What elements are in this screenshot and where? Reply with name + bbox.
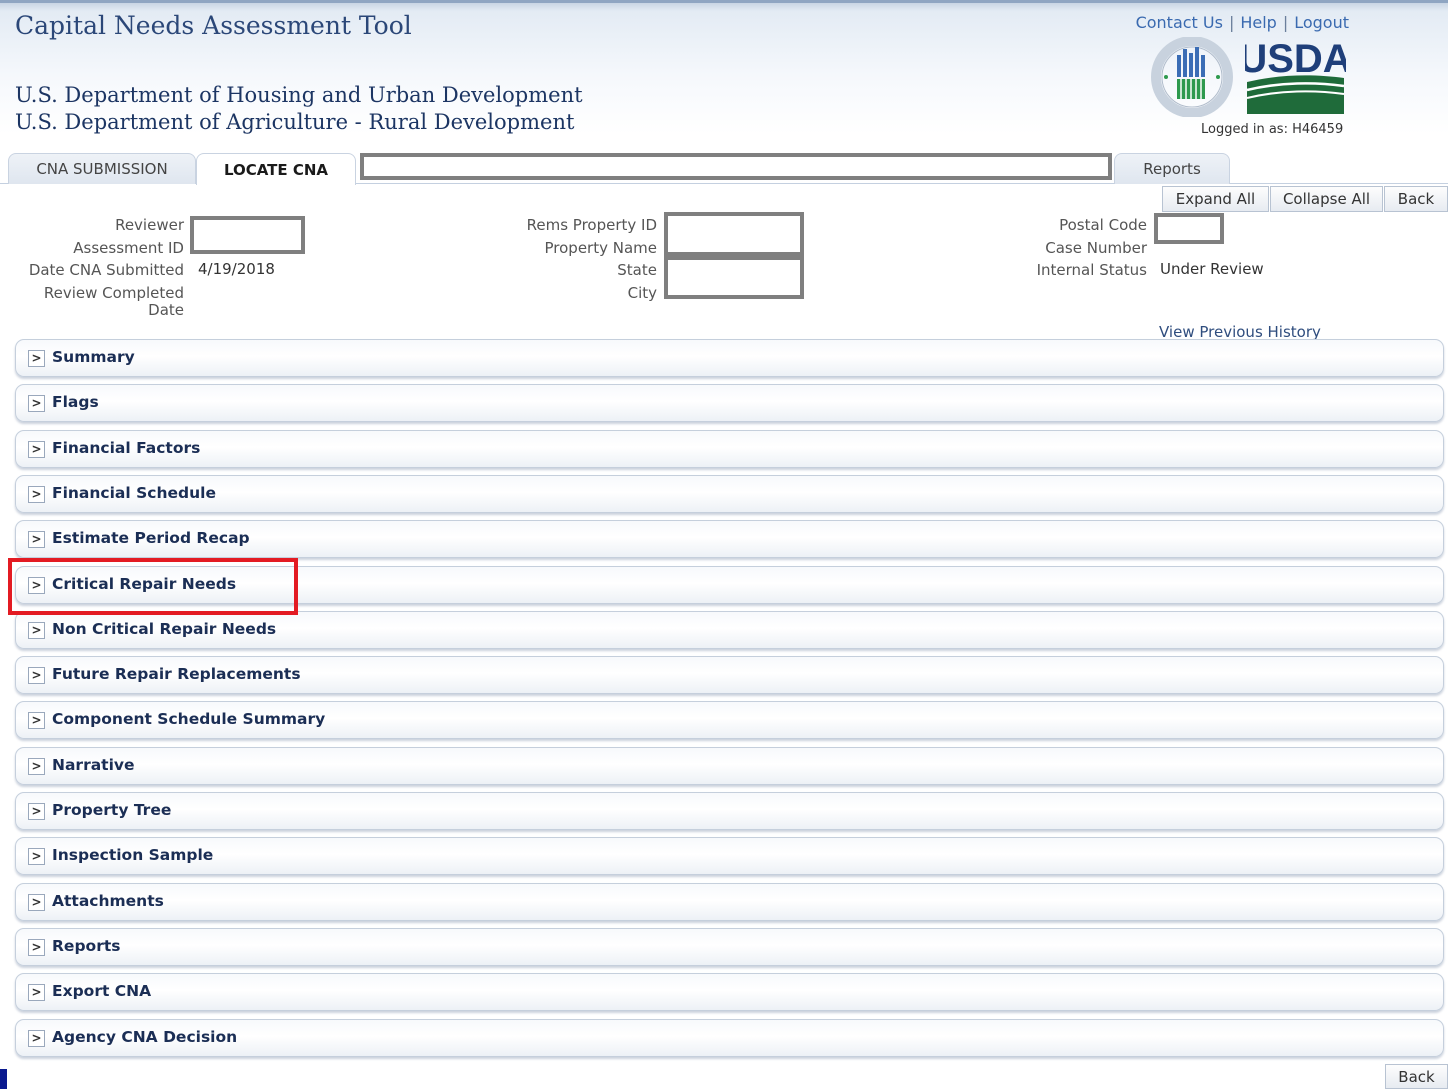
tab-reports[interactable]: Reports — [1114, 153, 1230, 184]
section-future-repair-replacements[interactable]: > Future Repair Replacements — [15, 656, 1444, 694]
section-financial-schedule[interactable]: > Financial Schedule — [15, 475, 1444, 513]
hud-seal-logo — [1151, 37, 1233, 117]
section-label: Financial Factors — [52, 439, 201, 457]
section-summary[interactable]: > Summary — [15, 339, 1444, 377]
section-label: Component Schedule Summary — [52, 710, 326, 728]
section-financial-factors[interactable]: > Financial Factors — [15, 430, 1444, 468]
expand-all-button[interactable]: Expand All — [1162, 186, 1269, 212]
section-label: Export CNA — [52, 982, 152, 1000]
review-completed-label-date: Date — [148, 301, 184, 319]
section-label: Attachments — [52, 892, 164, 910]
redacted-reviewer-assessment — [190, 216, 305, 254]
section-reports[interactable]: > Reports — [15, 928, 1444, 966]
section-agency-cna-decision[interactable]: > Agency CNA Decision — [15, 1019, 1444, 1057]
chevron-right-icon[interactable]: > — [28, 803, 45, 820]
postal-code-label: Postal Code — [1059, 216, 1147, 234]
section-critical-repair-needs[interactable]: > Critical Repair Needs — [15, 566, 1444, 604]
section-label: Future Repair Replacements — [52, 665, 301, 683]
section-label: Summary — [52, 348, 135, 366]
date-submitted-label: Date CNA Submitted — [28, 261, 184, 279]
internal-status-label: Internal Status — [1036, 261, 1147, 279]
section-non-critical-repair-needs[interactable]: > Non Critical Repair Needs — [15, 611, 1444, 649]
assessment-id-label: Assessment ID — [73, 239, 184, 257]
usda-logo: USDA — [1245, 38, 1346, 114]
logout-link[interactable]: Logout — [1294, 13, 1349, 32]
section-inspection-sample[interactable]: > Inspection Sample — [15, 837, 1444, 875]
reviewer-label: Reviewer — [115, 216, 184, 234]
chevron-right-icon[interactable]: > — [28, 486, 45, 503]
chevron-right-icon[interactable]: > — [28, 622, 45, 639]
section-label: Narrative — [52, 756, 135, 774]
section-flags[interactable]: > Flags — [15, 384, 1444, 422]
section-label: Estimate Period Recap — [52, 529, 250, 547]
section-attachments[interactable]: > Attachments — [15, 883, 1444, 921]
collapse-all-button[interactable]: Collapse All — [1270, 186, 1383, 212]
chevron-right-icon[interactable]: > — [28, 577, 45, 594]
chevron-right-icon[interactable]: > — [28, 1030, 45, 1047]
app-title: Capital Needs Assessment Tool — [15, 11, 412, 40]
section-narrative[interactable]: > Narrative — [15, 747, 1444, 785]
chevron-right-icon[interactable]: > — [28, 531, 45, 548]
chevron-right-icon[interactable]: > — [28, 441, 45, 458]
tab-redacted — [360, 153, 1112, 180]
section-label: Non Critical Repair Needs — [52, 620, 277, 638]
internal-status-value: Under Review — [1160, 260, 1264, 278]
review-completed-label: Review Completed — [43, 284, 184, 302]
contact-us-link[interactable]: Contact Us — [1136, 13, 1223, 32]
department-hud: U.S. Department of Housing and Urban Dev… — [15, 83, 583, 107]
corner-marker — [0, 1069, 7, 1089]
redacted-state-city — [664, 256, 804, 299]
section-label: Property Tree — [52, 801, 172, 819]
redacted-postal-code — [1154, 213, 1224, 244]
logged-in-user: Logged in as: H46459 — [1201, 122, 1344, 137]
page-header: Capital Needs Assessment Tool U.S. Depar… — [0, 0, 1448, 137]
property-name-label: Property Name — [544, 239, 658, 257]
section-label: Agency CNA Decision — [52, 1028, 238, 1046]
section-label: Inspection Sample — [52, 846, 214, 864]
chevron-right-icon[interactable]: > — [28, 758, 45, 775]
section-export-cna[interactable]: > Export CNA — [15, 973, 1444, 1011]
top-links: Contact Us | Help | Logout — [1136, 13, 1349, 32]
rems-property-id-label: Rems Property ID — [526, 216, 657, 234]
back-button[interactable]: Back — [1384, 186, 1448, 212]
case-number-label: Case Number — [1045, 239, 1147, 257]
link-separator: | — [1228, 13, 1235, 32]
chevron-right-icon[interactable]: > — [28, 395, 45, 412]
department-usda: U.S. Department of Agriculture - Rural D… — [15, 110, 575, 134]
link-separator: | — [1282, 13, 1289, 32]
section-label: Financial Schedule — [52, 484, 216, 502]
chevron-right-icon[interactable]: > — [28, 894, 45, 911]
section-label: Reports — [52, 937, 121, 955]
chevron-right-icon[interactable]: > — [28, 667, 45, 684]
section-estimate-period-recap[interactable]: > Estimate Period Recap — [15, 520, 1444, 558]
chevron-right-icon[interactable]: > — [28, 712, 45, 729]
section-property-tree[interactable]: > Property Tree — [15, 792, 1444, 830]
city-label: City — [627, 284, 657, 302]
chevron-right-icon[interactable]: > — [28, 848, 45, 865]
tab-locate-cna[interactable]: LOCATE CNA — [196, 153, 356, 185]
help-link[interactable]: Help — [1240, 13, 1276, 32]
chevron-right-icon[interactable]: > — [28, 984, 45, 1001]
tab-cna-submission[interactable]: CNA SUBMISSION — [8, 153, 196, 184]
usda-logo-text: USDA — [1245, 38, 1346, 81]
section-label: Flags — [52, 393, 99, 411]
section-component-schedule-summary[interactable]: > Component Schedule Summary — [15, 701, 1444, 739]
section-label: Critical Repair Needs — [52, 575, 237, 593]
back-button-bottom[interactable]: Back — [1385, 1064, 1448, 1089]
state-label: State — [617, 261, 657, 279]
date-submitted-value: 4/19/2018 — [198, 260, 275, 278]
chevron-right-icon[interactable]: > — [28, 350, 45, 367]
redacted-rems-property — [664, 212, 804, 256]
chevron-right-icon[interactable]: > — [28, 939, 45, 956]
